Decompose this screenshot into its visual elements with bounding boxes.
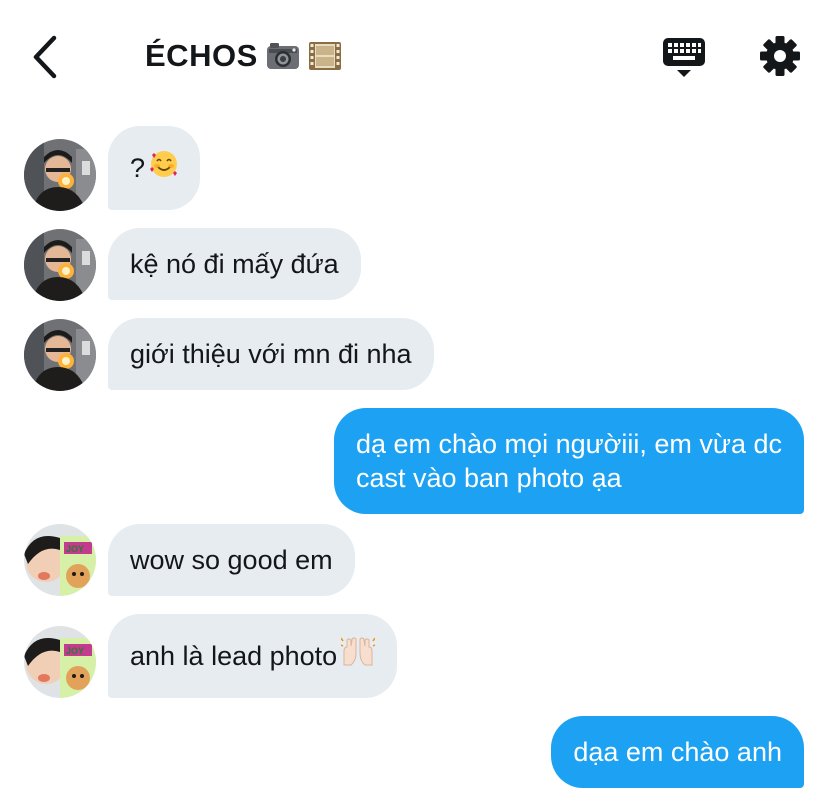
message-text: anh là lead photo <box>130 641 338 671</box>
sender-avatar[interactable] <box>24 229 96 301</box>
sender-avatar[interactable]: JOY <box>24 626 96 698</box>
sender-avatar[interactable]: JOY <box>24 524 96 596</box>
incoming-message-bubble[interactable]: wow so good em <box>108 524 355 596</box>
keyboard-icon <box>663 38 705 77</box>
message-text: dạa em chào anh <box>573 737 782 767</box>
sender-avatar[interactable] <box>24 319 96 391</box>
outgoing-message-bubble[interactable]: dạ em chào mọi ngườiii, em vừa dc cast v… <box>333 408 804 514</box>
outgoing-message-bubble[interactable]: dạa em chào anh <box>551 716 804 788</box>
back-button[interactable] <box>24 32 68 82</box>
conversation-title: ÉCHOS <box>145 38 258 73</box>
incoming-message-bubble[interactable]: anh là lead photo <box>108 614 398 698</box>
camera-emoji-icon <box>266 41 300 71</box>
sender-avatar[interactable] <box>24 139 96 211</box>
incoming-message-bubble[interactable]: ? <box>108 126 200 210</box>
message-text: giới thiệu với mn đi nha <box>130 339 412 369</box>
conversation-header: ÉCHOS <box>0 0 828 112</box>
message-text-line: cast vào ban photo ạa <box>355 463 622 493</box>
keyboard-button[interactable] <box>662 36 706 80</box>
message-text: ? <box>130 153 146 183</box>
chevron-left-icon <box>33 35 57 79</box>
raising-hands-icon <box>340 637 376 675</box>
message-text: kệ nó đi mấy đứa <box>130 249 339 279</box>
settings-button[interactable] <box>759 35 801 77</box>
gear-icon <box>760 36 800 76</box>
svg-text:JOY: JOY <box>66 544 84 554</box>
svg-text:JOY: JOY <box>66 646 84 656</box>
incoming-message-bubble[interactable]: giới thiệu với mn đi nha <box>108 318 434 390</box>
conversation-title-group: ÉCHOS <box>145 38 342 74</box>
smiling-face-with-hearts-icon <box>149 149 179 187</box>
incoming-message-bubble[interactable]: kệ nó đi mấy đứa <box>108 228 361 300</box>
film-frames-emoji-icon <box>308 40 342 72</box>
message-text: wow so good em <box>130 545 333 575</box>
message-text-line: dạ em chào mọi ngườiii, em vừa dc <box>355 429 782 459</box>
